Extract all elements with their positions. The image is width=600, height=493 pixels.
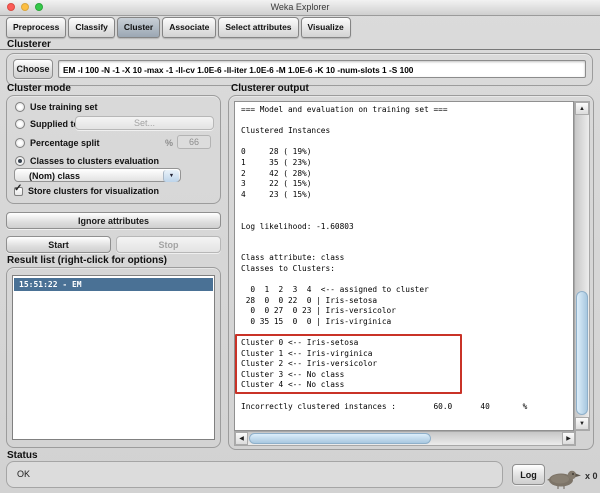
weka-bird-counter: x 0 xyxy=(585,471,598,481)
vertical-scroll-thumb[interactable] xyxy=(576,291,588,415)
set-button[interactable]: Set... xyxy=(75,116,214,130)
tab-preprocess[interactable]: Preprocess xyxy=(6,17,66,38)
clusterer-divider xyxy=(0,49,600,50)
horizontal-scroll-thumb[interactable] xyxy=(249,433,431,444)
radio-icon xyxy=(15,138,25,148)
radio-icon xyxy=(15,119,25,129)
radio-percentage-split[interactable]: Percentage split xyxy=(15,137,100,149)
scroll-right-icon[interactable]: ▶ xyxy=(562,432,575,445)
result-list-section-label: Result list (right-click for options) xyxy=(7,255,167,266)
weka-explorer-window: Weka Explorer Preprocess Classify Cluste… xyxy=(0,0,600,493)
status-section-label: Status xyxy=(7,450,38,461)
annotation-highlight-box xyxy=(235,334,462,394)
radio-selected-icon xyxy=(15,156,25,166)
title-bar: Weka Explorer xyxy=(0,0,600,16)
radio-use-training-set[interactable]: Use training set xyxy=(15,101,98,113)
percentage-split-field[interactable]: 66 xyxy=(177,135,211,149)
horizontal-scrollbar[interactable]: ◀ ▶ xyxy=(234,431,576,446)
scroll-left-icon[interactable]: ◀ xyxy=(235,432,248,445)
log-button[interactable]: Log xyxy=(512,464,545,485)
scroll-up-icon[interactable]: ▲ xyxy=(575,102,589,115)
store-clusters-checkbox[interactable]: ✓ Store clusters for visualization xyxy=(14,185,159,197)
tab-select-attributes[interactable]: Select attributes xyxy=(218,17,298,38)
clusterer-command-field[interactable]: EM -I 100 -N -1 -X 10 -max -1 -ll-cv 1.0… xyxy=(58,60,586,78)
stop-button[interactable]: Stop xyxy=(116,236,221,253)
tab-classify[interactable]: Classify xyxy=(68,17,115,38)
cluster-mode-section-label: Cluster mode xyxy=(7,83,71,94)
clusterer-output-section-label: Clusterer output xyxy=(231,83,309,94)
weka-bird-icon xyxy=(546,467,582,490)
ignore-attributes-button[interactable]: Ignore attributes xyxy=(6,212,221,229)
status-value: OK xyxy=(17,469,30,479)
radio-classes-to-clusters[interactable]: Classes to clusters evaluation xyxy=(15,155,159,167)
vertical-scrollbar[interactable]: ▲ ▼ xyxy=(574,101,590,431)
tab-visualize[interactable]: Visualize xyxy=(301,17,351,38)
scroll-down-icon[interactable]: ▼ xyxy=(575,417,589,430)
class-attribute-dropdown[interactable]: (Nom) class ▼ xyxy=(14,168,181,182)
chevron-down-icon: ▼ xyxy=(163,170,179,182)
start-button[interactable]: Start xyxy=(6,236,111,253)
checkbox-checked-icon: ✓ xyxy=(14,187,23,196)
result-list[interactable]: 15:51:22 - EM xyxy=(12,275,215,440)
result-list-item[interactable]: 15:51:22 - EM xyxy=(14,278,213,291)
tab-associate[interactable]: Associate xyxy=(162,17,216,38)
choose-button[interactable]: Choose xyxy=(13,59,53,79)
percent-sign-label: % xyxy=(165,138,173,148)
radio-icon xyxy=(15,102,25,112)
tab-bar: Preprocess Classify Cluster Associate Se… xyxy=(6,17,351,38)
window-title: Weka Explorer xyxy=(0,0,600,15)
status-box: OK xyxy=(6,461,503,488)
tab-cluster[interactable]: Cluster xyxy=(117,17,160,38)
